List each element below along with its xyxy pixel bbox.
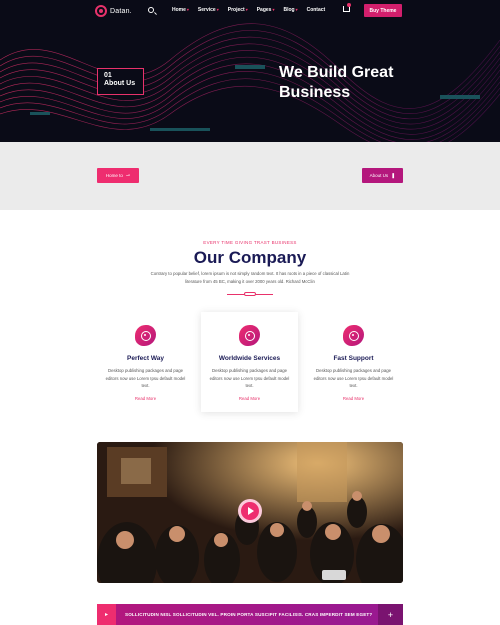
buy-theme-button[interactable]: Buy Theme [364, 4, 402, 17]
hero-title: We Build Great Business [279, 64, 394, 101]
faq-question: SOLLICITUDIN NISL SOLLICITUDIN VEL. PROI… [125, 612, 373, 617]
search-icon[interactable] [148, 7, 154, 13]
menu-item-service[interactable]: Service▾ [198, 7, 219, 13]
breadcrumb-current-label: About Us [369, 173, 389, 178]
breadcrumb-band [0, 142, 500, 210]
target-icon [135, 325, 156, 346]
menu-item-blog[interactable]: Blog▾ [283, 7, 297, 13]
globe-icon [239, 325, 260, 346]
main-menu: Home▾ Service▾ Project▾ Pages▾ Blog▾ Con… [172, 7, 334, 13]
site-logo[interactable]: Datan. [95, 5, 132, 17]
read-more-link[interactable]: Read More [97, 396, 194, 401]
cart-badge [347, 3, 351, 7]
menu-item-pages[interactable]: Pages▾ [257, 7, 275, 13]
play-icon [248, 507, 254, 515]
feature-text: Desktop publishing packages and page edi… [313, 368, 394, 388]
page-icon: ❚ [391, 172, 396, 179]
badge-number: 01 [104, 72, 112, 79]
menu-item-contact[interactable]: Contact [307, 7, 326, 13]
feature-text: Desktop publishing packages and page edi… [105, 368, 186, 388]
hero-section: Datan. Home▾ Service▾ Project▾ Pages▾ Bl… [0, 0, 500, 142]
faq-accordion-item[interactable]: ▸ SOLLICITUDIN NISL SOLLICITUDIN VEL. PR… [97, 604, 403, 625]
chevron-down-icon: ▾ [186, 7, 189, 12]
chevron-down-icon: ▾ [295, 7, 298, 12]
read-more-link[interactable]: Read More [305, 396, 402, 401]
section-title: Our Company [193, 248, 307, 267]
chevron-down-icon: ▾ [245, 7, 248, 12]
page-number-badge: 01 About Us [97, 68, 144, 95]
menu-item-project[interactable]: Project▾ [228, 7, 248, 13]
logo-text: Datan. [110, 7, 132, 15]
menu-item-home[interactable]: Home▾ [172, 7, 189, 13]
section-divider [227, 292, 273, 296]
section-description: Contrary to popular belief, lorem ipsum … [150, 271, 350, 284]
badge-label: About Us [104, 80, 136, 87]
chevron-right-icon: ▸ [97, 604, 116, 625]
play-button[interactable] [238, 499, 262, 523]
feature-title: Perfect Way [127, 355, 164, 362]
feature-text: Desktop publishing packages and page edi… [209, 368, 290, 388]
plus-icon[interactable]: + [378, 604, 403, 625]
top-navigation: Datan. Home▾ Service▾ Project▾ Pages▾ Bl… [0, 0, 500, 22]
section-eyebrow: EVERY TIME GIVING TRAST BUSINESS [203, 240, 297, 245]
chevron-down-icon: ▾ [272, 7, 275, 12]
feature-card-worldwide-services: Worldwide Services Desktop publishing pa… [201, 312, 298, 412]
feature-card-fast-support: Fast Support Desktop publishing packages… [305, 312, 402, 412]
support-icon [343, 325, 364, 346]
read-more-link[interactable]: Read More [201, 396, 298, 401]
feature-title: Fast Support [333, 355, 374, 362]
logo-mark-icon [95, 5, 107, 17]
breadcrumb-home-button[interactable]: Home to ⇀ [97, 168, 139, 183]
breadcrumb-home-label: Home to [105, 173, 123, 178]
feature-title: Worldwide Services [218, 355, 281, 362]
breadcrumb-current-button[interactable]: About Us ❚ [362, 168, 403, 183]
chevron-down-icon: ▾ [216, 7, 219, 12]
arrow-icon: ⇀ [125, 172, 131, 179]
feature-card-perfect-way: Perfect Way Desktop publishing packages … [97, 312, 194, 412]
